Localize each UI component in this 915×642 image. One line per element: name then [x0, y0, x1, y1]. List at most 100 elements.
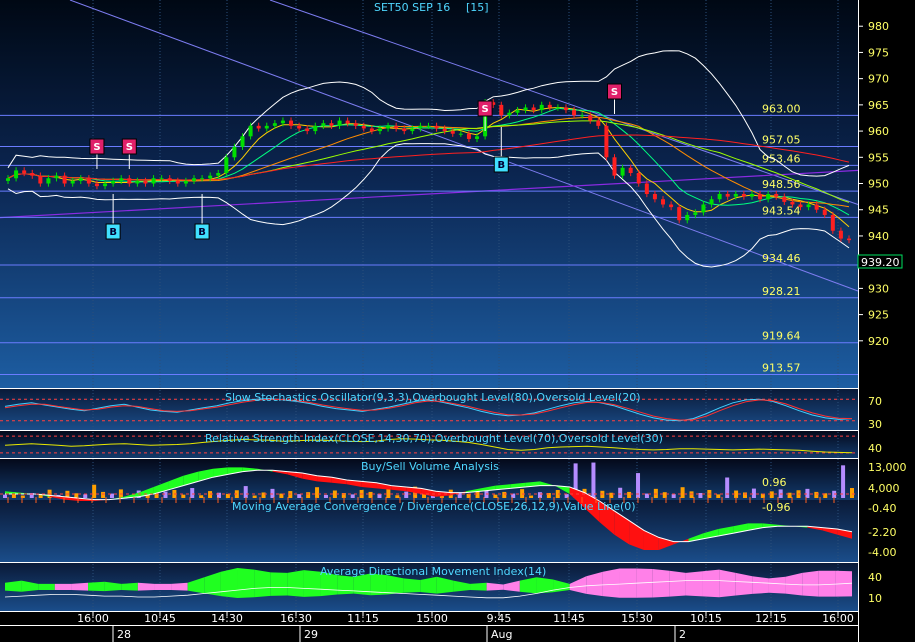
date-label: 2	[679, 628, 686, 641]
candle-body	[353, 123, 358, 126]
candle-body	[208, 175, 213, 179]
adx-di-segment	[121, 582, 138, 591]
candle-body	[418, 125, 423, 129]
candle-body	[135, 180, 140, 184]
candle-body	[62, 175, 67, 184]
candle-body	[151, 178, 156, 184]
candle-body	[248, 125, 253, 137]
candle-body	[22, 170, 27, 174]
candle-body	[394, 125, 399, 129]
candle-body	[709, 199, 714, 205]
candle-body	[305, 128, 310, 132]
adx-di-segment	[137, 582, 155, 591]
candle-body	[54, 175, 59, 179]
volume-bar	[743, 492, 748, 498]
candle-body	[766, 194, 771, 200]
y-tick-label: 945	[868, 204, 889, 217]
volume-bar	[841, 465, 846, 498]
volume-bar	[591, 462, 596, 498]
sell-signal-label: S	[482, 104, 489, 115]
stoch-y-label: 70	[868, 395, 882, 408]
candle-body	[426, 125, 431, 127]
date-label: 28	[117, 628, 131, 641]
candle-body	[814, 204, 819, 210]
candle-body	[475, 136, 480, 139]
adx-di-segment	[735, 572, 753, 596]
y-tick-label: 960	[868, 125, 889, 138]
candle-body	[159, 178, 164, 180]
x-tick-label: 16:00	[822, 612, 854, 625]
candle-body	[289, 120, 294, 126]
volume-bar	[101, 491, 106, 498]
candle-body	[466, 133, 471, 139]
volume-bar	[163, 491, 168, 498]
candle-body	[191, 178, 196, 181]
x-tick-label: 16:00	[77, 612, 109, 625]
candle-body	[127, 178, 132, 184]
adx-di-segment	[337, 575, 354, 595]
adx-di-segment	[38, 583, 55, 591]
x-tick-label: 15:30	[621, 612, 653, 625]
candle-body	[547, 104, 552, 108]
candle-body	[240, 136, 245, 147]
x-tick-label: 10:15	[690, 612, 722, 625]
x-tick-label: 16:30	[280, 612, 312, 625]
candle-body	[620, 167, 625, 176]
candle-body	[733, 194, 738, 197]
volume-bar	[3, 494, 7, 498]
candle-body	[677, 207, 682, 221]
x-tick-label: 9:45	[487, 612, 512, 625]
chart-window: 963.00 957.05 953.46 948.56 943.54 934.46 928.…	[0, 0, 915, 642]
candle-body	[175, 180, 180, 184]
candle-body	[337, 120, 342, 126]
volume-bar	[181, 494, 186, 498]
y-tick-label: 980	[868, 20, 889, 33]
volume-bar	[288, 491, 293, 498]
adx-di-segment	[802, 570, 819, 597]
candle-body	[661, 199, 666, 205]
candle-body	[693, 212, 698, 215]
level-label: 928.21	[762, 285, 801, 298]
candle-body	[313, 125, 318, 132]
x-tick-label: 12:15	[755, 612, 787, 625]
level-label: 957.05	[762, 134, 801, 147]
volume-bar	[323, 494, 328, 498]
volume-bar	[350, 494, 355, 498]
volume-bar	[725, 477, 730, 498]
candle-body	[369, 128, 374, 132]
adx-di-segment	[88, 581, 105, 592]
volume-bar	[698, 493, 703, 498]
volume-bar	[20, 495, 25, 498]
sell-signal-label: S	[126, 142, 133, 153]
candle-body	[749, 194, 754, 197]
macd-y-label: -2.20	[868, 526, 896, 539]
adx-di-segment	[702, 569, 720, 598]
adx-di-segment	[54, 583, 72, 591]
volume-bar	[769, 491, 774, 498]
candle-body	[183, 180, 188, 184]
candle-body	[669, 204, 674, 208]
chart-title: SET50 SEP 16	[374, 1, 450, 14]
candle-body	[46, 178, 51, 184]
volume-bar	[653, 488, 658, 498]
volume-title: Buy/Sell Volume Analysis	[361, 460, 499, 473]
buy-signal-label: B	[109, 227, 117, 238]
candle-body	[442, 128, 447, 132]
adx-di-segment	[602, 568, 620, 598]
adx-di-segment	[71, 582, 89, 591]
volume-bar	[306, 492, 311, 498]
volume-bar	[154, 494, 159, 498]
volume-bar	[850, 488, 854, 498]
adx-di-segment	[303, 570, 321, 597]
candle-body	[450, 131, 455, 134]
candle-body	[86, 178, 91, 184]
volume-bar	[680, 487, 685, 498]
candle-body	[612, 157, 617, 176]
candle-body	[798, 204, 803, 208]
x-tick-label: 11:45	[553, 612, 585, 625]
volume-bar	[502, 491, 507, 498]
candle-body	[119, 178, 124, 181]
volume-bar	[83, 494, 88, 498]
candle-body	[167, 178, 172, 181]
candle-body	[580, 115, 585, 117]
